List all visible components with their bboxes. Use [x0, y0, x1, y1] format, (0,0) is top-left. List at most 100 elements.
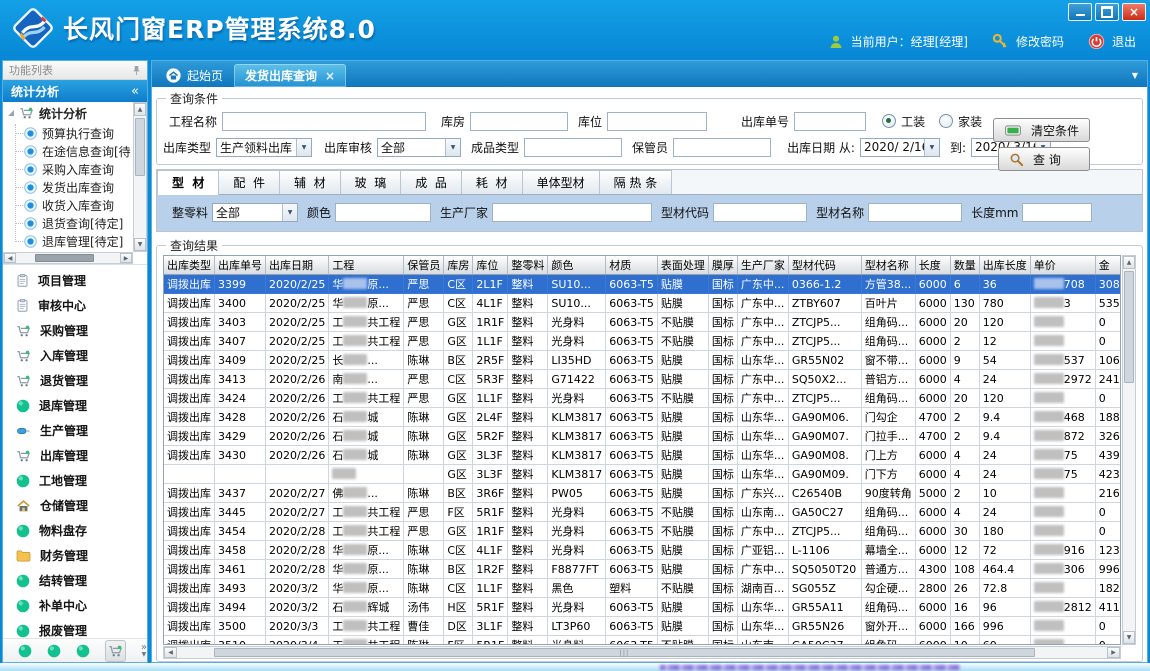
tab-close-icon[interactable]: × [325, 69, 335, 83]
tree-horizontal-scrollbar[interactable]: ◀ ▶ [3, 252, 133, 264]
close-button[interactable]: × [1122, 3, 1146, 21]
sidebar-module-生产管理[interactable]: 生产管理 [3, 418, 147, 443]
out-type-select[interactable]: 生产领料出库▼ [216, 138, 312, 157]
tree-vertical-scrollbar[interactable]: ▲ ▼ [133, 102, 147, 252]
sidebar-module-入库管理[interactable]: 入库管理 [3, 343, 147, 368]
column-header-库房[interactable]: 库房 [444, 256, 473, 275]
table-row[interactable]: 调拨出库34092020/2/25长...陈琳B区2R5F整料LI35HD606… [164, 351, 1121, 370]
column-header-长度[interactable]: 长度 [915, 256, 950, 275]
table-row[interactable]: 调拨出库34302020/2/26石城陈琳G区3L3F整料KLM38176063… [164, 446, 1121, 465]
column-header-出库长度[interactable]: 出库长度 [979, 256, 1030, 275]
location-input[interactable] [607, 112, 707, 131]
sidebar-group-header[interactable]: 统计分析 « [3, 80, 147, 102]
column-header-型材名称[interactable]: 型材名称 [861, 256, 915, 275]
keeper-input[interactable] [673, 138, 771, 157]
material-tab-耗材[interactable]: 耗 材 [462, 170, 523, 194]
column-header-表面处理[interactable]: 表面处理 [657, 256, 708, 275]
pin-icon[interactable] [132, 65, 141, 76]
column-header-整零料[interactable]: 整零料 [508, 256, 548, 275]
subfilter-input-长度mm[interactable] [1022, 203, 1092, 222]
sidebar-module-仓储管理[interactable]: 仓储管理 [3, 493, 147, 518]
tree-item[interactable]: 收货入库查询 [3, 196, 133, 214]
overflow-chevron-icon[interactable]: »▼ [141, 644, 147, 658]
column-header-型材代码[interactable]: 型材代码 [788, 256, 861, 275]
column-header-出库单号[interactable]: 出库单号 [215, 256, 266, 275]
collapse-icon[interactable]: « [131, 84, 139, 99]
tree-item[interactable]: 退货查询[待定] [3, 214, 133, 232]
sidebar-module-退库管理[interactable]: 退库管理 [3, 393, 147, 418]
table-row[interactable]: G区3L3F整料KLM38176063-T5贴膜国标山东华...GA90M09.… [164, 465, 1121, 484]
tab-发货出库查询[interactable]: 发货出库查询× [234, 64, 346, 87]
order-no-input[interactable] [794, 112, 866, 131]
sidebar-module-报废管理[interactable]: 报废管理 [3, 618, 147, 638]
tab-list-arrow-icon[interactable]: ▼ [1132, 71, 1138, 80]
subfilter-input-生产厂家[interactable] [492, 203, 652, 222]
project-name-input[interactable] [222, 112, 426, 131]
column-header-保管员[interactable]: 保管员 [404, 256, 444, 275]
column-header-数量[interactable]: 数量 [950, 256, 979, 275]
material-tab-辅材[interactable]: 辅 材 [280, 170, 341, 194]
material-tab-隔热条[interactable]: 隔 热 条 [600, 170, 673, 194]
sidebar-module-结转管理[interactable]: 结转管理 [3, 568, 147, 593]
sidebar-module-补单中心[interactable]: 补单中心 [3, 593, 147, 618]
table-row[interactable]: 调拨出库34452020/2/27工共工程严思F区5R1F整料光身料6063-T… [164, 503, 1121, 522]
sidebar-module-财务管理[interactable]: 财务管理 [3, 543, 147, 568]
tree-expander-icon[interactable] [8, 110, 14, 116]
sidebar-module-工地管理[interactable]: 工地管理 [3, 468, 147, 493]
table-row[interactable]: 调拨出库34072020/2/25工共工程严思G区1L1F整料光身料6063-T… [164, 332, 1121, 351]
table-row[interactable]: 调拨出库34942020/3/2石辉城汤伟H区5R1F整料光身料6063-T5贴… [164, 598, 1121, 617]
tab-起始页[interactable]: 起始页 [155, 64, 234, 87]
subfilter-input-型材代码[interactable] [713, 203, 807, 222]
material-tab-配件[interactable]: 配 件 [219, 170, 280, 194]
column-header-材质[interactable]: 材质 [606, 256, 658, 275]
tree-item[interactable]: 采购入库查询 [3, 160, 133, 178]
tree-root[interactable]: 统计分析 [3, 102, 133, 124]
table-row[interactable]: 调拨出库34002020/2/25华原...严思C区4L1F整料SU10...6… [164, 294, 1121, 313]
maximize-button[interactable] [1095, 3, 1119, 21]
table-row[interactable]: 调拨出库35102020/3/4工共工程陈琳F区5R1F整料光身料6063-T5… [164, 636, 1121, 646]
table-row[interactable]: 调拨出库34542020/2/28工共工程严思G区1R1F整料光身料6063-T… [164, 522, 1121, 541]
grid-vertical-scrollbar[interactable]: ▲ ▼ [1122, 255, 1136, 645]
table-row[interactable]: 调拨出库34282020/2/26石城陈琳G区2L4F整料KLM38176063… [164, 408, 1121, 427]
material-tab-成品[interactable]: 成 品 [401, 170, 462, 194]
product-type-input[interactable] [524, 138, 622, 157]
warehouse-input[interactable] [470, 112, 568, 131]
column-header-单价[interactable]: 单价 [1030, 256, 1095, 275]
table-row[interactable]: 调拨出库34372020/2/27佛...陈琳B区3R6F整料PW056063-… [164, 484, 1121, 503]
tree-item[interactable]: 预算执行查询 [3, 124, 133, 142]
table-row[interactable]: 调拨出库34032020/2/25工共工程严思G区1R1F整料光身料6063-T… [164, 313, 1121, 332]
change-password-link[interactable]: 修改密码 [1016, 33, 1064, 50]
column-header-膜厚[interactable]: 膜厚 [708, 256, 737, 275]
tree-item[interactable]: 发货出库查询 [3, 178, 133, 196]
column-header-库位[interactable]: 库位 [473, 256, 508, 275]
subfilter-input-颜色[interactable] [335, 203, 431, 222]
table-row[interactable]: 调拨出库34612020/2/28华原...陈琳B区1R2F整料F8877FT6… [164, 560, 1121, 579]
table-row[interactable]: 调拨出库34242020/2/26工共工程严思G区1L1F整料光身料6063-T… [164, 389, 1121, 408]
sidebar-module-退货管理[interactable]: 退货管理 [3, 368, 147, 393]
subfilter-select-整零料[interactable]: 全部▼ [212, 203, 298, 222]
search-button[interactable]: 查 询 [998, 147, 1090, 171]
tree-item[interactable]: 在途信息查询[待 [3, 142, 133, 160]
column-header-出库日期[interactable]: 出库日期 [266, 256, 329, 275]
table-row[interactable]: 调拨出库34582020/2/28华原...陈琳C区4L1F整料光身料6063-… [164, 541, 1121, 560]
material-tab-型材[interactable]: 型 材 [157, 170, 219, 195]
column-header-颜色[interactable]: 颜色 [548, 256, 606, 275]
column-header-出库类型[interactable]: 出库类型 [164, 256, 215, 275]
sidebar-module-项目管理[interactable]: 项目管理 [3, 268, 147, 293]
sidebar-module-物料盘存[interactable]: 物料盘存 [3, 518, 147, 543]
clear-conditions-button[interactable]: 清空条件 [993, 118, 1090, 142]
subfilter-input-型材名称[interactable] [868, 203, 962, 222]
material-tab-单体型材[interactable]: 单体型材 [523, 170, 600, 194]
table-row[interactable]: 调拨出库34932020/3/2华原...陈琳C区1L1F整料黑色塑料不贴膜国标… [164, 579, 1121, 598]
tree-item[interactable]: 退库管理[待定] [3, 232, 133, 250]
table-row[interactable]: 调拨出库35002020/3/3工共工程曹佳D区3L1F整料LT3P606063… [164, 617, 1121, 636]
date-from-select[interactable]: 2020/ 2/16▼ [860, 138, 940, 157]
column-header-工程[interactable]: 工程 [329, 256, 404, 275]
column-header-金[interactable]: 金 [1095, 256, 1121, 275]
radio-家装[interactable]: 家装 [939, 113, 982, 130]
grid-horizontal-scrollbar[interactable]: ◀ ||| ▶ [163, 646, 1121, 659]
sidebar-module-出库管理[interactable]: 出库管理 [3, 443, 147, 468]
sidebar-module-审核中心[interactable]: 审核中心 [3, 293, 147, 318]
table-row[interactable]: 调拨出库34292020/2/26石城陈琳G区5R2F整料KLM38176063… [164, 427, 1121, 446]
column-header-生产厂家[interactable]: 生产厂家 [737, 256, 788, 275]
